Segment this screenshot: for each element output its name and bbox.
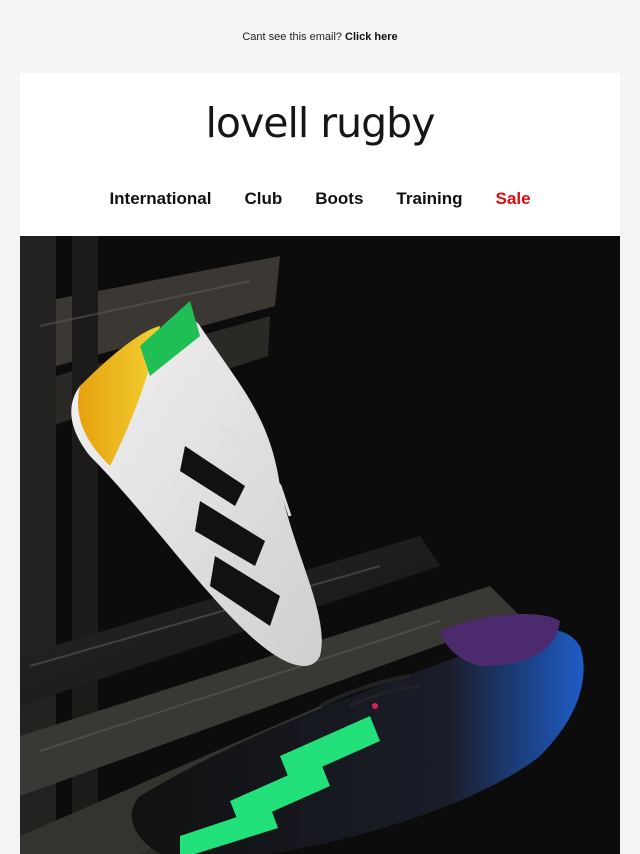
preheader: Cant see this email? Click here xyxy=(0,0,640,73)
rugby-boots-image xyxy=(20,236,620,854)
nav-boots[interactable]: Boots xyxy=(315,189,363,209)
hero-image-link[interactable] xyxy=(20,236,620,854)
nav-international[interactable]: International xyxy=(109,189,211,209)
nav-sale[interactable]: Sale xyxy=(496,189,531,209)
preheader-text: Cant see this email? xyxy=(242,30,343,43)
email-card: lovell rugby International Club Boots Tr… xyxy=(20,73,620,854)
nav-training[interactable]: Training xyxy=(396,189,462,209)
brand-logo[interactable]: lovell rugby xyxy=(20,99,620,147)
main-nav: International Club Boots Training Sale xyxy=(20,189,620,209)
view-in-browser-link[interactable]: Click here xyxy=(345,31,398,43)
nav-club[interactable]: Club xyxy=(244,189,282,209)
